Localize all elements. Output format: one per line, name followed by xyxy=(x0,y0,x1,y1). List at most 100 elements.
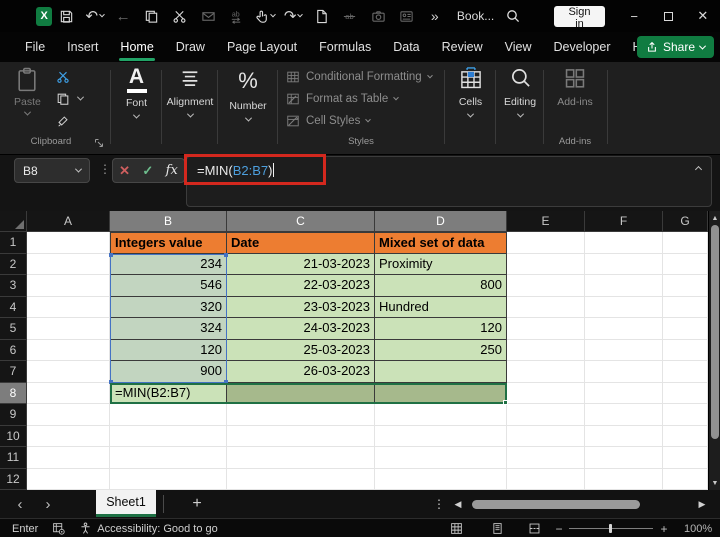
cell-B7[interactable]: 900 xyxy=(110,361,227,383)
cell-D8[interactable] xyxy=(375,382,507,404)
cell-E12[interactable] xyxy=(507,468,585,490)
cell-A10[interactable] xyxy=(27,425,110,447)
row-header-9[interactable]: 9 xyxy=(0,404,27,426)
cell-C9[interactable] xyxy=(227,404,375,426)
zoom-slider-thumb[interactable] xyxy=(609,524,612,533)
alignment-group-button[interactable]: Alignment xyxy=(163,66,217,118)
cell-C11[interactable] xyxy=(227,447,375,469)
cell-G4[interactable] xyxy=(663,296,708,318)
cell-C10[interactable] xyxy=(227,425,375,447)
column-header-D[interactable]: D xyxy=(375,211,507,232)
cells-group-button[interactable]: Cells xyxy=(446,66,495,118)
cell-D12[interactable] xyxy=(375,468,507,490)
cut-button[interactable] xyxy=(56,69,83,84)
copy-icon[interactable] xyxy=(137,0,165,32)
cell-F5[interactable] xyxy=(585,318,663,340)
cell-F8[interactable] xyxy=(585,382,663,404)
cell-F11[interactable] xyxy=(585,447,663,469)
page-break-preview-button[interactable] xyxy=(526,521,542,536)
cell-A7[interactable] xyxy=(27,361,110,383)
row-header-7[interactable]: 7 xyxy=(0,361,27,383)
cell-A12[interactable] xyxy=(27,468,110,490)
cell-A5[interactable] xyxy=(27,318,110,340)
zoom-in-button[interactable]: + xyxy=(658,519,670,537)
column-header-E[interactable]: E xyxy=(507,211,585,232)
formula-bar-grip[interactable]: ⋮ xyxy=(99,162,111,176)
cell-F9[interactable] xyxy=(585,404,663,426)
cell-B3[interactable]: 546 xyxy=(110,275,227,297)
row-header-12[interactable]: 12 xyxy=(0,468,27,490)
ribbon-tab-insert[interactable]: Insert xyxy=(56,32,109,62)
sheet-tab-sheet1[interactable]: Sheet1 xyxy=(96,490,156,517)
cell-F1[interactable] xyxy=(585,232,663,254)
ribbon-tab-page-layout[interactable]: Page Layout xyxy=(216,32,308,62)
zoom-out-button[interactable]: − xyxy=(553,519,565,537)
row-header-10[interactable]: 10 xyxy=(0,425,27,447)
cell-B6[interactable]: 120 xyxy=(110,339,227,361)
clipboard-dialog-launcher[interactable] xyxy=(94,138,104,148)
cell-F6[interactable] xyxy=(585,339,663,361)
cell-C2[interactable]: 21-03-2023 xyxy=(227,253,375,275)
cell-D9[interactable] xyxy=(375,404,507,426)
cell-G2[interactable] xyxy=(663,253,708,275)
row-header-8[interactable]: 8 xyxy=(0,382,27,404)
fill-handle[interactable] xyxy=(503,400,508,405)
cell-G8[interactable] xyxy=(663,382,708,404)
cell-D10[interactable] xyxy=(375,425,507,447)
cell-A8[interactable] xyxy=(27,382,110,404)
cell-A11[interactable] xyxy=(27,447,110,469)
cell-E1[interactable] xyxy=(507,232,585,254)
cell-A4[interactable] xyxy=(27,296,110,318)
cell-D3[interactable]: 800 xyxy=(375,275,507,297)
ribbon-tab-review[interactable]: Review xyxy=(431,32,494,62)
cell-E9[interactable] xyxy=(507,404,585,426)
cell-D4[interactable]: Hundred xyxy=(375,296,507,318)
next-sheet-icon[interactable]: › xyxy=(36,490,60,518)
cell-C5[interactable]: 24-03-2023 xyxy=(227,318,375,340)
prev-sheet-icon[interactable]: ‹ xyxy=(8,490,32,518)
cell-C4[interactable]: 23-03-2023 xyxy=(227,296,375,318)
cell-C1[interactable]: Date xyxy=(227,232,375,254)
cell-D11[interactable] xyxy=(375,447,507,469)
cell-E11[interactable] xyxy=(507,447,585,469)
ribbon-tab-view[interactable]: View xyxy=(494,32,543,62)
horizontal-scrollbar-thumb[interactable] xyxy=(472,500,640,509)
cell-A9[interactable] xyxy=(27,404,110,426)
cell-C3[interactable]: 22-03-2023 xyxy=(227,275,375,297)
row-header-11[interactable]: 11 xyxy=(0,447,27,469)
hscroll-right-icon[interactable]: ▶ xyxy=(694,490,710,518)
name-box-chevron-icon[interactable] xyxy=(74,165,83,173)
cell-C8[interactable] xyxy=(227,382,375,404)
copy-button[interactable] xyxy=(56,91,85,106)
share-button[interactable]: Share xyxy=(636,36,714,58)
column-header-B[interactable]: B xyxy=(110,211,227,232)
vertical-scrollbar[interactable]: ▲ ▼ xyxy=(708,211,720,490)
cell-B5[interactable]: 324 xyxy=(110,318,227,340)
cell-G6[interactable] xyxy=(663,339,708,361)
row-header-4[interactable]: 4 xyxy=(0,296,27,318)
cell-E6[interactable] xyxy=(507,339,585,361)
name-box[interactable]: B8 xyxy=(14,158,90,183)
page-layout-view-button[interactable] xyxy=(489,521,505,536)
format-painter-button[interactable] xyxy=(56,113,83,128)
cell-A1[interactable] xyxy=(27,232,110,254)
cell-F10[interactable] xyxy=(585,425,663,447)
cell-F7[interactable] xyxy=(585,361,663,383)
cell-F3[interactable] xyxy=(585,275,663,297)
select-all-button[interactable] xyxy=(0,211,27,232)
maximize-button[interactable] xyxy=(651,0,685,32)
font-group-button[interactable]: A Font xyxy=(112,66,161,119)
ribbon-tab-data[interactable]: Data xyxy=(382,32,430,62)
cell-D1[interactable]: Mixed set of data xyxy=(375,232,507,254)
enter-icon[interactable]: ✓ xyxy=(142,163,153,179)
cell-G5[interactable] xyxy=(663,318,708,340)
cell-B2[interactable]: 234 xyxy=(110,253,227,275)
cell-styles-button[interactable]: Cell Styles xyxy=(286,113,432,129)
ribbon-tab-home[interactable]: Home xyxy=(109,32,164,62)
conditional-formatting-button[interactable]: Conditional Formatting xyxy=(286,69,433,85)
cell-C7[interactable]: 26-03-2023 xyxy=(227,361,375,383)
cell-E4[interactable] xyxy=(507,296,585,318)
cell-F12[interactable] xyxy=(585,468,663,490)
paste-button[interactable]: Paste xyxy=(14,67,41,116)
number-group-button[interactable]: % Number xyxy=(219,66,277,122)
